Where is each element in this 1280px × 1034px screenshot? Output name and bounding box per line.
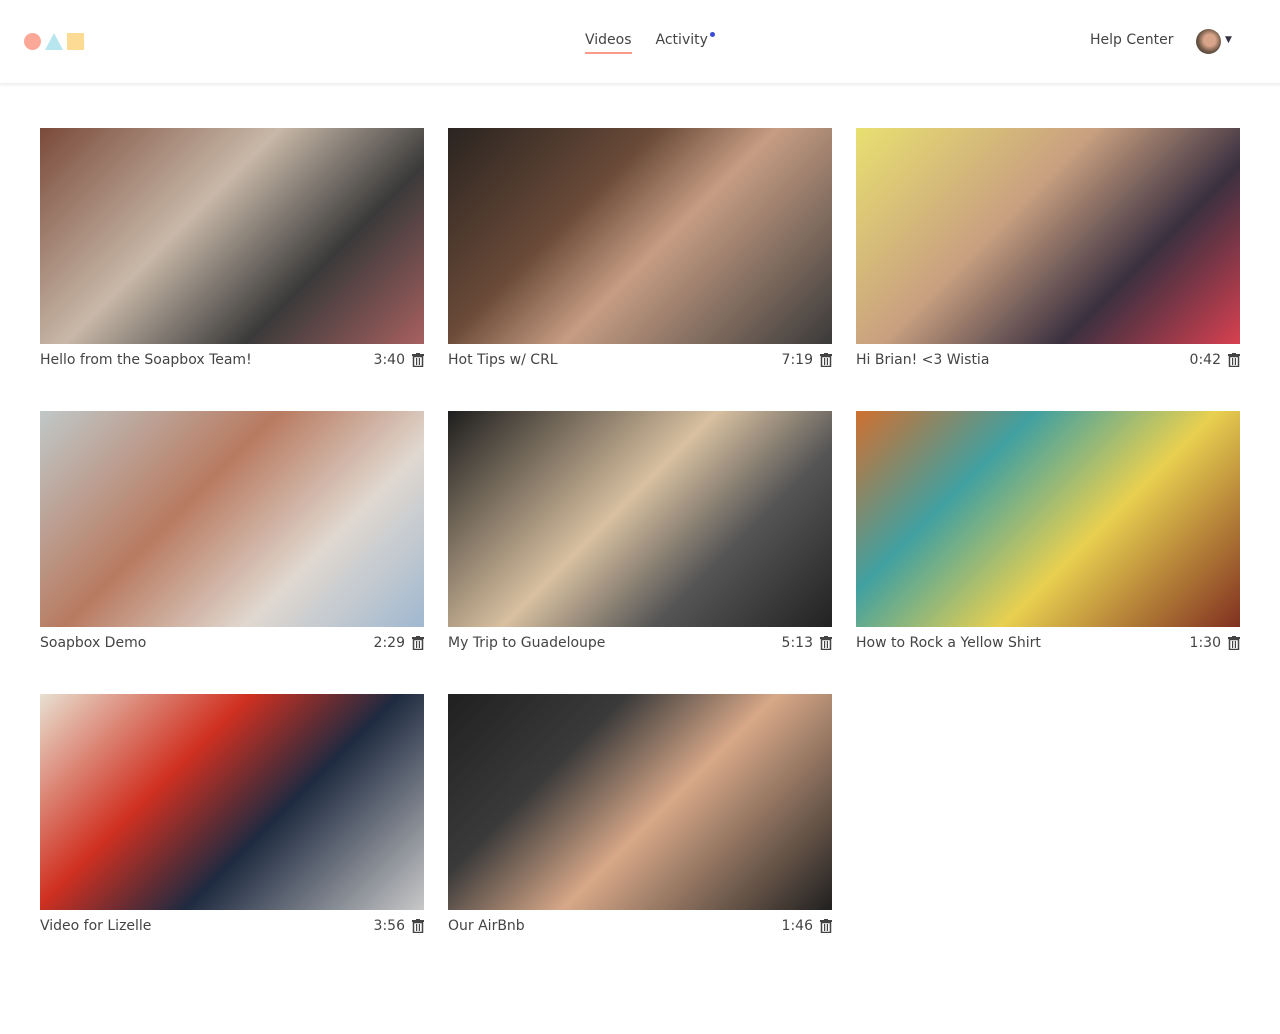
nav-videos[interactable]: Videos	[585, 32, 632, 54]
trash-icon[interactable]	[820, 636, 832, 650]
video-card: Soapbox Demo 2:29	[40, 411, 424, 663]
video-card: Our AirBnb 1:46	[448, 694, 832, 946]
video-title[interactable]: Our AirBnb	[448, 918, 525, 934]
video-title[interactable]: Video for Lizelle	[40, 918, 151, 934]
video-card: Video for Lizelle 3:56	[40, 694, 424, 946]
video-duration: 3:56	[373, 918, 405, 934]
trash-icon[interactable]	[820, 353, 832, 367]
video-duration: 1:30	[1189, 635, 1221, 651]
logo[interactable]	[24, 33, 84, 50]
trash-icon[interactable]	[412, 353, 424, 367]
video-thumbnail[interactable]	[40, 128, 424, 344]
nav-activity[interactable]: Activity	[655, 32, 715, 54]
trash-icon[interactable]	[412, 636, 424, 650]
trash-icon[interactable]	[1228, 636, 1240, 650]
video-card: Hot Tips w/ CRL 7:19	[448, 128, 832, 380]
top-header: Videos Activity Help Center ▼	[0, 0, 1280, 84]
video-card: Hello from the Soapbox Team! 3:40	[40, 128, 424, 380]
logo-square-icon	[67, 33, 84, 50]
video-thumbnail[interactable]	[856, 411, 1240, 627]
video-duration: 0:42	[1189, 352, 1221, 368]
help-center-link[interactable]: Help Center	[1090, 32, 1174, 48]
video-duration: 7:19	[781, 352, 813, 368]
video-duration: 3:40	[373, 352, 405, 368]
trash-icon[interactable]	[820, 919, 832, 933]
logo-circle-icon	[24, 33, 41, 50]
logo-triangle-icon	[45, 33, 63, 50]
main-nav: Videos Activity	[585, 32, 715, 54]
video-title[interactable]: How to Rock a Yellow Shirt	[856, 635, 1041, 651]
video-thumbnail[interactable]	[448, 411, 832, 627]
video-thumbnail[interactable]	[40, 694, 424, 910]
video-thumbnail[interactable]	[40, 411, 424, 627]
video-title[interactable]: Hi Brian! <3 Wistia	[856, 352, 989, 368]
chevron-down-icon[interactable]: ▼	[1225, 35, 1232, 45]
video-card: My Trip to Guadeloupe 5:13	[448, 411, 832, 663]
trash-icon[interactable]	[1228, 353, 1240, 367]
video-thumbnail[interactable]	[448, 694, 832, 910]
video-title[interactable]: My Trip to Guadeloupe	[448, 635, 605, 651]
video-title[interactable]: Soapbox Demo	[40, 635, 146, 651]
trash-icon[interactable]	[412, 919, 424, 933]
video-thumbnail[interactable]	[448, 128, 832, 344]
video-grid: Hello from the Soapbox Team! 3:40 Hot Ti…	[40, 128, 1240, 946]
nav-activity-label: Activity	[655, 32, 708, 48]
video-card: Hi Brian! <3 Wistia 0:42	[856, 128, 1240, 380]
notification-dot	[709, 32, 715, 37]
video-card: How to Rock a Yellow Shirt 1:30	[856, 411, 1240, 663]
video-duration: 5:13	[781, 635, 813, 651]
video-title[interactable]: Hot Tips w/ CRL	[448, 352, 558, 368]
video-duration: 1:46	[781, 918, 813, 934]
video-duration: 2:29	[373, 635, 405, 651]
video-title[interactable]: Hello from the Soapbox Team!	[40, 352, 252, 368]
user-avatar[interactable]	[1196, 29, 1221, 54]
video-thumbnail[interactable]	[856, 128, 1240, 344]
